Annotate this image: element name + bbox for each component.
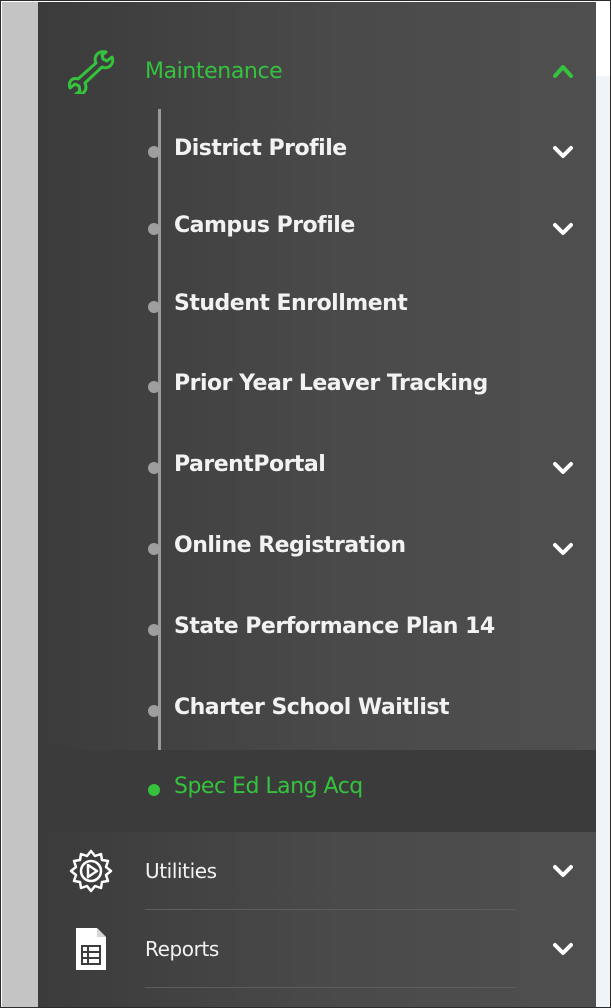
tree-node-dot [148, 543, 160, 555]
menu-item-state-performance-plan-14[interactable]: State Performance Plan 14 [38, 600, 596, 660]
tree-node-dot [148, 462, 160, 474]
menu-item-prior-year-leaver-tracking[interactable]: Prior Year Leaver Tracking [38, 357, 596, 417]
chevron-down-icon[interactable] [551, 140, 575, 164]
menu-item-online-registration[interactable]: Online Registration [38, 519, 596, 579]
tree-node-dot [148, 223, 160, 235]
menu-item-label: Student Enrollment [174, 291, 408, 316]
section-divider [145, 909, 515, 910]
document-icon [64, 922, 118, 976]
menu-item-charter-school-waitlist[interactable]: Charter School Waitlist [38, 681, 596, 741]
tree-node-dot [148, 705, 160, 717]
menu-item-district-profile[interactable]: District Profile [38, 122, 596, 182]
chevron-down-icon[interactable] [551, 937, 575, 961]
reports-menu-header[interactable]: Reports [38, 915, 596, 983]
menu-item-parentportal[interactable]: ParentPortal [38, 438, 596, 498]
tree-node-dot [148, 381, 160, 393]
gear-play-icon [64, 844, 118, 898]
utilities-label: Utilities [145, 859, 217, 883]
section-divider [145, 987, 515, 988]
menu-item-label: Online Registration [174, 533, 406, 558]
reports-label: Reports [145, 937, 219, 961]
menu-item-spec-ed-lang-acq[interactable]: Spec Ed Lang Acq [38, 750, 596, 832]
menu-item-label: Prior Year Leaver Tracking [174, 371, 488, 396]
tree-node-dot [148, 146, 160, 158]
menu-item-label: ParentPortal [174, 452, 326, 477]
navigation-panel: Maintenance District Profile Campus Prof… [0, 0, 611, 1008]
chevron-down-icon[interactable] [551, 537, 575, 561]
menu-item-label: District Profile [174, 136, 347, 161]
tree-node-dot [148, 624, 160, 636]
maintenance-label: Maintenance [145, 58, 283, 84]
menu-item-label: State Performance Plan 14 [174, 614, 495, 639]
chevron-down-icon[interactable] [551, 217, 575, 241]
menu-item-label: Charter School Waitlist [174, 695, 450, 720]
chevron-up-icon[interactable] [551, 59, 575, 83]
content-panel [596, 76, 610, 1007]
chevron-down-icon[interactable] [551, 456, 575, 480]
tree-node-dot [148, 301, 160, 313]
menu-item-student-enrollment[interactable]: Student Enrollment [38, 277, 596, 337]
utilities-menu-header[interactable]: Utilities [38, 837, 596, 905]
tree-node-dot-active [148, 784, 160, 796]
menu-item-label: Campus Profile [174, 213, 355, 238]
menu-item-campus-profile[interactable]: Campus Profile [38, 199, 596, 259]
maintenance-menu-header[interactable]: Maintenance [38, 37, 596, 105]
wrench-icon [64, 44, 118, 98]
chevron-down-icon[interactable] [551, 859, 575, 883]
menu-item-label: Spec Ed Lang Acq [174, 774, 363, 799]
left-rail [2, 2, 38, 1007]
